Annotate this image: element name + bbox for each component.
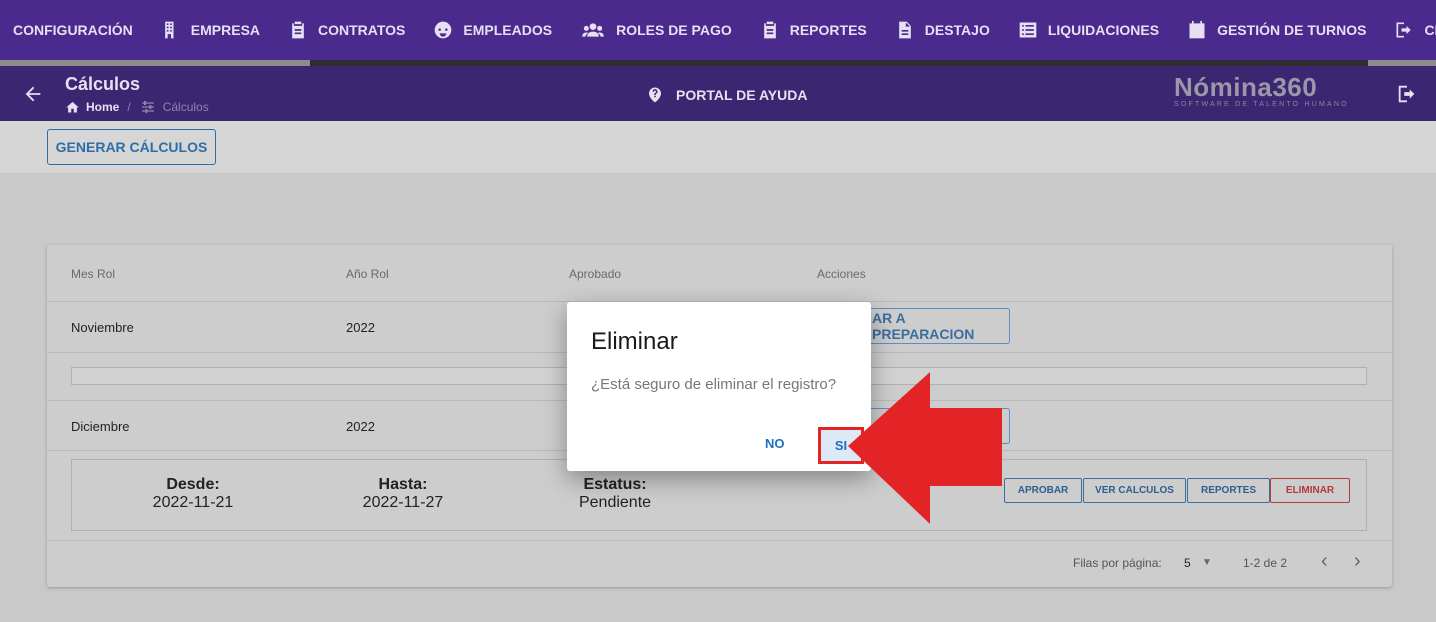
page-title: Cálculos xyxy=(65,74,141,94)
nav-item-label: ROLES DE PAGO xyxy=(616,22,732,38)
cell-anio-rol: 2022 xyxy=(346,419,375,434)
chevron-right-icon[interactable]: › xyxy=(1354,550,1361,573)
breadcrumb: Home / Cálculos xyxy=(65,99,209,115)
page-header: Cálculos Home / Cálculos PORTAL DE AYUDA… xyxy=(0,66,1436,121)
nav-item-cerrar[interactable]: CERRA xyxy=(1380,0,1436,60)
view-calculations-button[interactable]: VER CALCULOS xyxy=(1083,478,1186,503)
logout-icon xyxy=(1396,22,1412,38)
sliders-icon xyxy=(141,101,154,113)
column-header-mes-rol: Mes Rol xyxy=(71,267,116,281)
table-pagination: Filas por página: 5 ▼ 1-2 de 2 ‹ › xyxy=(47,541,1392,587)
home-icon[interactable] xyxy=(65,100,80,115)
nav-item-liquidaciones[interactable]: LIQUIDACIONES xyxy=(1004,0,1173,60)
detail-hasta-value: 2022-11-27 xyxy=(362,494,444,511)
breadcrumb-current: Cálculos xyxy=(162,100,209,114)
column-header-anio-rol: Año Rol xyxy=(346,267,389,281)
column-header-acciones: Acciones xyxy=(817,267,866,281)
help-portal-link[interactable]: PORTAL DE AYUDA xyxy=(646,86,807,104)
detail-estatus-label: Estatus: xyxy=(583,476,647,493)
face-icon xyxy=(435,21,452,39)
nav-item-configuracion[interactable]: CONFIGURACIÓN xyxy=(0,0,147,60)
dropdown-caret-icon[interactable]: ▼ xyxy=(1202,557,1212,568)
back-arrow-icon[interactable] xyxy=(22,83,44,105)
rows-per-page-label: Filas por página: xyxy=(1073,556,1162,570)
rows-per-page-select[interactable]: 5 xyxy=(1184,556,1191,570)
calendar-icon xyxy=(1189,20,1205,39)
breadcrumb-separator: / xyxy=(127,100,131,114)
cell-mes-rol: Noviembre xyxy=(71,320,134,335)
detail-estatus: Estatus: Pendiente xyxy=(574,476,656,512)
dialog-title: Eliminar xyxy=(591,328,678,355)
nomina360-logo: Nómina360 SOFTWARE DE TALENTO HUMANO xyxy=(1174,72,1354,108)
breadcrumb-home[interactable]: Home xyxy=(86,100,119,114)
nav-item-label: GESTIÓN DE TURNOS xyxy=(1217,22,1367,38)
nav-item-reportes[interactable]: REPORTES xyxy=(746,0,881,60)
detail-hasta-label: Hasta: xyxy=(378,476,428,493)
delete-confirmation-dialog: Eliminar ¿Está seguro de eliminar el reg… xyxy=(567,302,871,471)
column-header-aprobado: Aprobado xyxy=(569,267,622,281)
nav-item-contratos[interactable]: CONTRATOS xyxy=(274,0,419,60)
detail-desde-label: Desde: xyxy=(166,476,220,493)
nav-item-label: CONTRATOS xyxy=(318,22,406,38)
top-navigation: CONFIGURACIÓN EMPRESA CONTRATOS EMPLEADO… xyxy=(0,0,1436,60)
clipboard-icon xyxy=(292,21,304,39)
list-icon xyxy=(1019,22,1037,38)
nav-item-gestion-de-turnos[interactable]: GESTIÓN DE TURNOS xyxy=(1173,0,1380,60)
cell-anio-rol: 2022 xyxy=(346,320,375,335)
red-arrow-annotation-icon xyxy=(848,372,1002,524)
delete-button[interactable]: ELIMINAR xyxy=(1270,478,1350,503)
clipboard-icon xyxy=(763,21,776,39)
nav-item-label: CONFIGURACIÓN xyxy=(13,22,133,38)
dialog-message: ¿Está seguro de eliminar el registro? xyxy=(591,376,837,393)
document-icon xyxy=(898,21,911,39)
chevron-left-icon[interactable]: ‹ xyxy=(1321,550,1328,573)
approve-button[interactable]: APROBAR xyxy=(1004,478,1082,503)
nav-item-empresa[interactable]: EMPRESA xyxy=(147,0,274,60)
nav-item-roles-de-pago[interactable]: ROLES DE PAGO xyxy=(566,0,746,60)
help-portal-label: PORTAL DE AYUDA xyxy=(676,87,808,103)
logout-icon[interactable] xyxy=(1396,83,1418,105)
nav-item-label: LIQUIDACIONES xyxy=(1047,22,1160,38)
nav-item-label: DESTAJO xyxy=(924,22,990,38)
help-pin-icon xyxy=(649,87,661,103)
detail-desde: Desde: 2022-11-21 xyxy=(152,476,234,512)
generate-calculations-button[interactable]: GENERAR CÁLCULOS xyxy=(47,129,216,165)
toolbar: GENERAR CÁLCULOS xyxy=(0,121,1436,173)
detail-desde-value: 2022-11-21 xyxy=(152,494,234,511)
nav-item-empleados[interactable]: EMPLEADOS xyxy=(419,0,566,60)
nav-item-label: EMPLEADOS xyxy=(463,22,553,38)
dialog-no-button[interactable]: NO xyxy=(765,436,785,451)
detail-hasta: Hasta: 2022-11-27 xyxy=(362,476,444,512)
group-icon xyxy=(582,23,604,37)
building-icon xyxy=(164,21,174,39)
logo-tagline: SOFTWARE DE TALENTO HUMANO xyxy=(1174,101,1349,108)
nav-item-destajo[interactable]: DESTAJO xyxy=(881,0,1004,60)
logo-name: Nómina360 xyxy=(1174,72,1318,102)
nav-item-label: CERRA xyxy=(1424,22,1436,38)
cell-mes-rol: Diciembre xyxy=(71,419,130,434)
detail-estatus-value: Pendiente xyxy=(578,494,652,511)
reports-button[interactable]: REPORTES xyxy=(1187,478,1270,503)
pagination-range: 1-2 de 2 xyxy=(1243,556,1288,570)
nav-item-label: REPORTES xyxy=(789,22,867,38)
nav-item-label: EMPRESA xyxy=(190,22,261,38)
